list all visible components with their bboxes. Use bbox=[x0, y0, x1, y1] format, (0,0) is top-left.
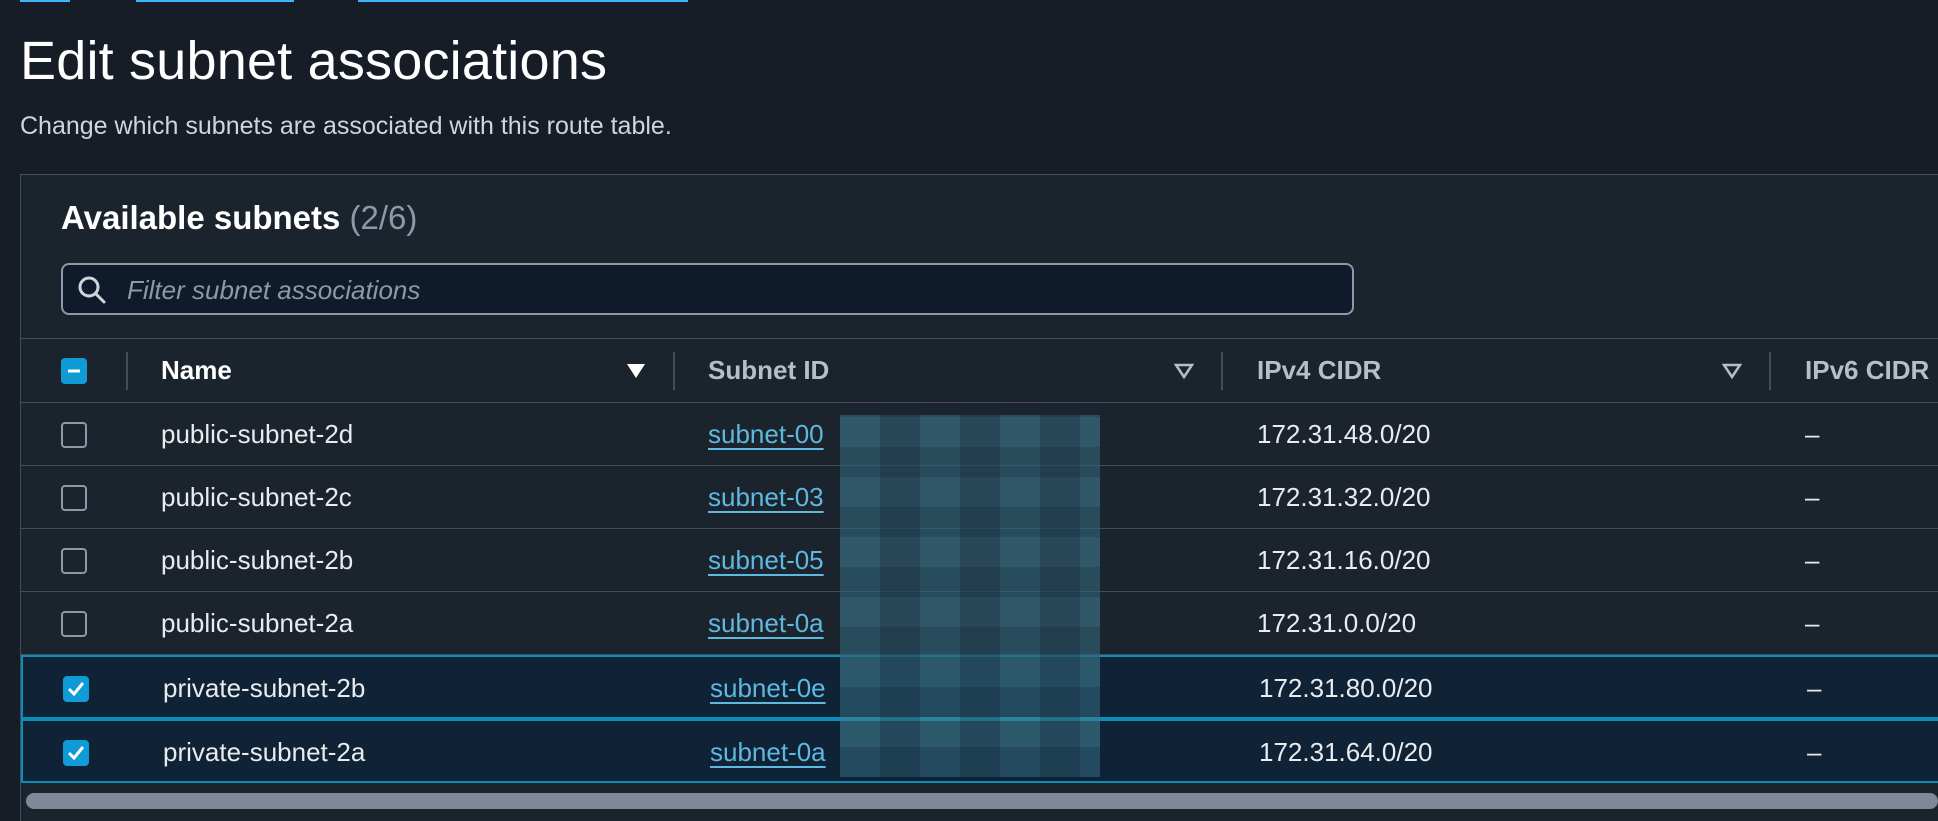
subnet-name: public-subnet-2b bbox=[161, 545, 354, 575]
column-header-ipv4-cidr[interactable]: IPv4 CIDR bbox=[1257, 339, 1381, 402]
search-field[interactable] bbox=[61, 263, 1354, 315]
breadcrumb-link-1[interactable] bbox=[20, 0, 70, 2]
subnet-id-link[interactable]: subnet-0a bbox=[708, 592, 824, 654]
horizontal-scrollbar[interactable] bbox=[26, 793, 1938, 809]
breadcrumb-link-2[interactable] bbox=[136, 0, 294, 2]
ipv6-cidr: – bbox=[1807, 673, 1822, 703]
redaction-overlay bbox=[840, 415, 1100, 777]
panel-header: Available subnets (2/6) bbox=[61, 199, 417, 237]
sort-icon[interactable] bbox=[1721, 363, 1743, 380]
page-title: Edit subnet associations bbox=[20, 31, 608, 91]
table-header: Name Subnet ID IPv4 CIDR IPv6 CIDR bbox=[21, 338, 1938, 403]
ipv4-cidr: 172.31.16.0/20 bbox=[1257, 545, 1431, 575]
row-checkbox[interactable] bbox=[61, 548, 87, 574]
subnet-name: public-subnet-2a bbox=[161, 608, 354, 638]
page-description: Change which subnets are associated with… bbox=[20, 112, 672, 140]
ipv6-cidr: – bbox=[1805, 419, 1820, 449]
column-divider[interactable] bbox=[1769, 352, 1771, 390]
ipv4-cidr: 172.31.80.0/20 bbox=[1259, 673, 1433, 703]
column-header-subnet-id[interactable]: Subnet ID bbox=[708, 339, 829, 402]
sort-icon[interactable] bbox=[1173, 363, 1195, 380]
column-divider[interactable] bbox=[1221, 352, 1223, 390]
panel-header-title: Available subnets bbox=[61, 199, 341, 236]
column-divider[interactable] bbox=[673, 352, 675, 390]
column-divider[interactable] bbox=[126, 352, 128, 390]
subnet-id-link[interactable]: subnet-00 bbox=[708, 403, 824, 465]
subnet-id-link[interactable]: subnet-03 bbox=[708, 466, 824, 528]
row-checkbox[interactable] bbox=[61, 485, 87, 511]
column-header-name[interactable]: Name bbox=[161, 339, 232, 402]
select-all-checkbox[interactable] bbox=[61, 358, 87, 384]
subnet-name: private-subnet-2b bbox=[163, 673, 366, 703]
ipv4-cidr: 172.31.64.0/20 bbox=[1259, 737, 1433, 767]
ipv4-cidr: 172.31.0.0/20 bbox=[1257, 608, 1417, 638]
subnet-id-link[interactable]: subnet-0a bbox=[710, 721, 826, 783]
subnet-name: public-subnet-2d bbox=[161, 419, 354, 449]
ipv4-cidr: 172.31.48.0/20 bbox=[1257, 419, 1431, 449]
ipv6-cidr: – bbox=[1805, 545, 1820, 575]
selection-count: (2/6) bbox=[349, 199, 418, 236]
row-checkbox-checked[interactable] bbox=[63, 676, 89, 702]
breadcrumb-link-3[interactable] bbox=[358, 0, 688, 2]
column-header-ipv6-cidr[interactable]: IPv6 CIDR bbox=[1805, 339, 1929, 402]
subnet-name: private-subnet-2a bbox=[163, 737, 366, 767]
ipv6-cidr: – bbox=[1805, 608, 1820, 638]
subnet-id-link[interactable]: subnet-0e bbox=[710, 657, 826, 719]
row-checkbox-checked[interactable] bbox=[63, 740, 89, 766]
row-checkbox[interactable] bbox=[61, 611, 87, 637]
row-checkbox[interactable] bbox=[61, 422, 87, 448]
subnet-id-link[interactable]: subnet-05 bbox=[708, 529, 824, 591]
subnet-name: public-subnet-2c bbox=[161, 482, 352, 512]
search-input[interactable] bbox=[125, 269, 1329, 311]
sort-desc-icon[interactable] bbox=[626, 363, 646, 379]
search-icon bbox=[77, 275, 107, 305]
ipv6-cidr: – bbox=[1807, 737, 1822, 767]
ipv4-cidr: 172.31.32.0/20 bbox=[1257, 482, 1431, 512]
ipv6-cidr: – bbox=[1805, 482, 1820, 512]
